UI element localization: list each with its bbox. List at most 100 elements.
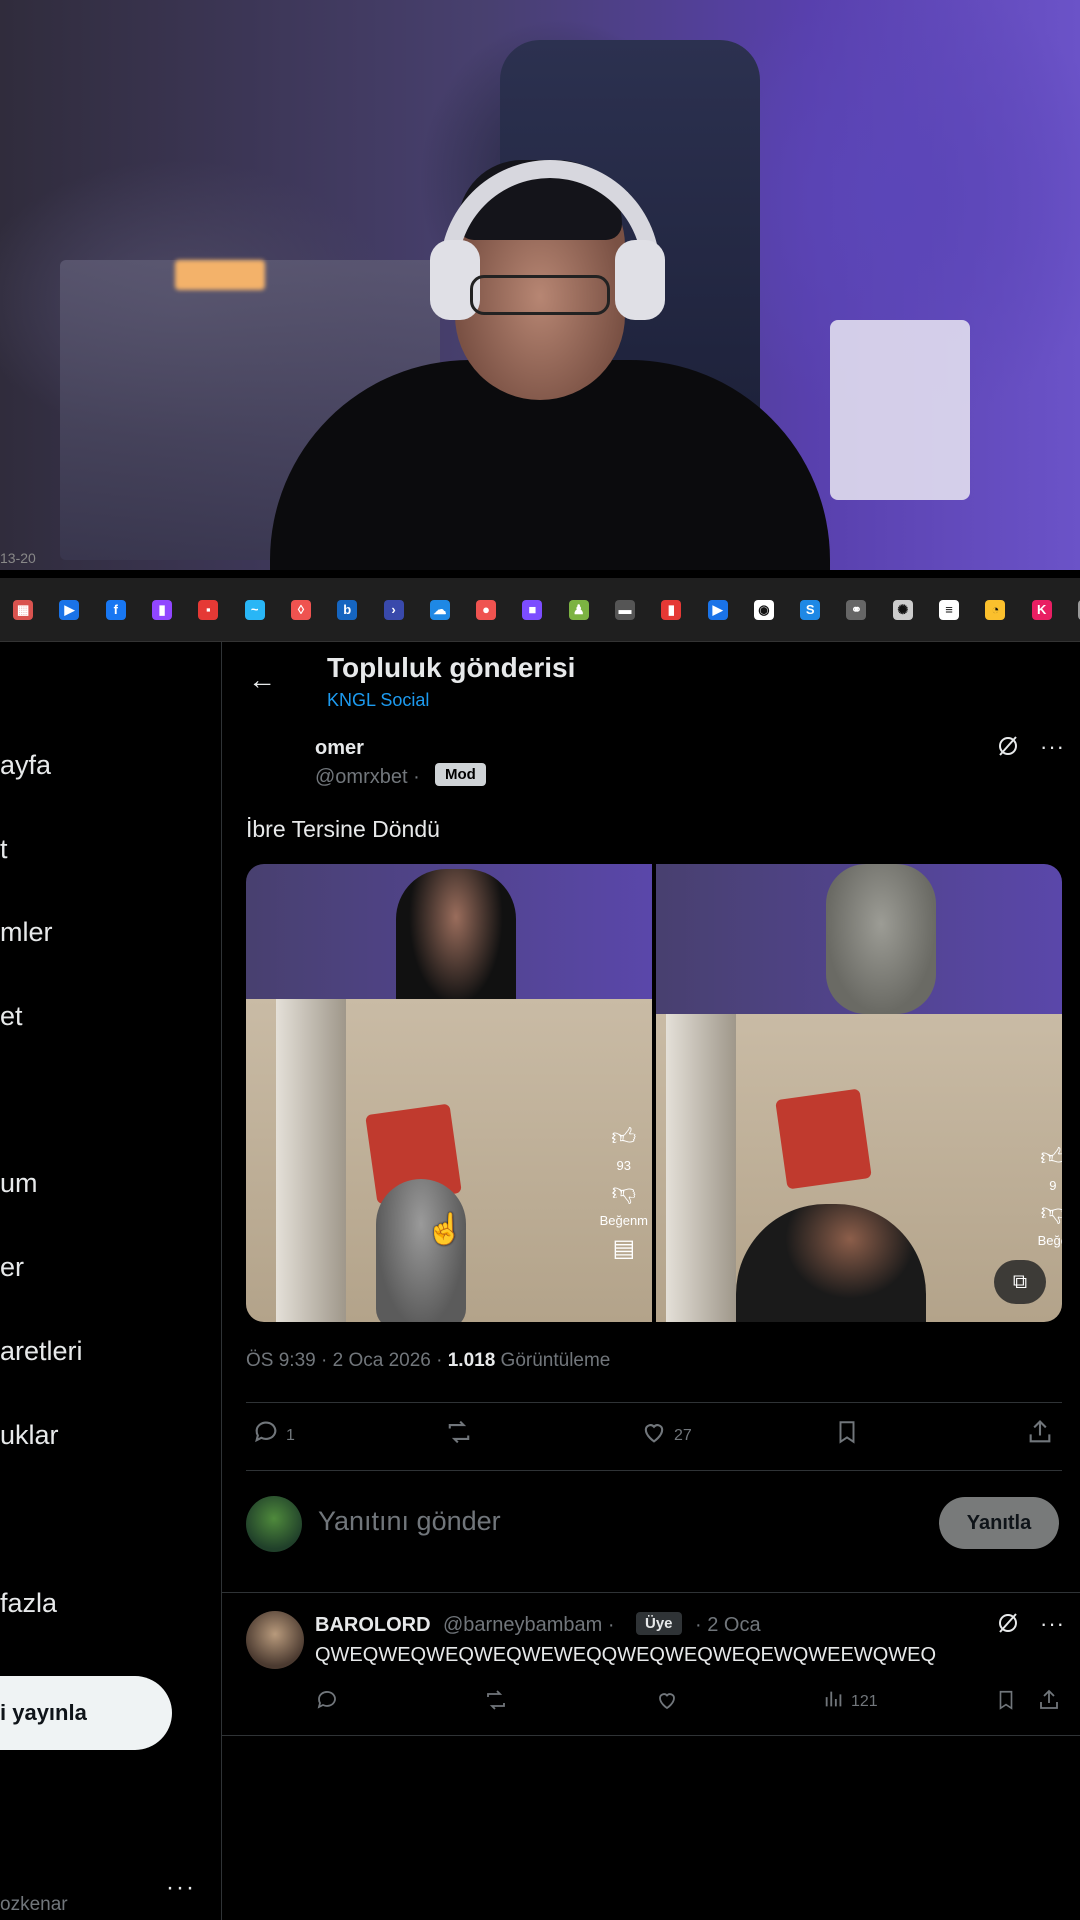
post-actions: 1 27 bbox=[246, 1418, 1062, 1458]
comment-reply-action[interactable] bbox=[315, 1688, 339, 1718]
comment-actions: 121 bbox=[315, 1688, 1070, 1718]
leaf-bookmark[interactable]: ◊ bbox=[278, 578, 324, 641]
sticker-icon[interactable]: ⧉ bbox=[994, 1260, 1046, 1304]
sidebar-item-more[interactable]: fazla bbox=[0, 1588, 57, 1619]
comment-like-action[interactable] bbox=[655, 1688, 679, 1718]
tiktok-side-ui: 👍︎ 93 👎︎ Beğenm ▤ bbox=[600, 1124, 648, 1263]
openai-icon: ✺ bbox=[892, 599, 913, 620]
heart-icon bbox=[655, 1688, 679, 1718]
play-blue-bookmark[interactable]: ▶ bbox=[694, 578, 740, 641]
view-label: Görüntüleme bbox=[495, 1350, 611, 1371]
s-bookmark[interactable]: S bbox=[787, 578, 833, 641]
like-count-overlay: 93 bbox=[616, 1158, 632, 1173]
current-user-avatar[interactable] bbox=[246, 1496, 302, 1552]
comment-bookmark-action[interactable] bbox=[995, 1688, 1017, 1718]
bookmarks-bar: ▦ ▶ f ▮ ▪ ~ ◊ b › ☁ ● ■ ♟ ▬ ▮ ▶ ◉ S ⚭ ✺ ≡ ◔ K ✓ bbox=[0, 578, 1080, 642]
repost-action[interactable] bbox=[444, 1418, 474, 1453]
red-tag-icon: ▪ bbox=[198, 599, 219, 620]
wave-bookmark[interactable]: ~ bbox=[231, 578, 277, 641]
facebook-bookmark[interactable]: f bbox=[93, 578, 139, 641]
account-more-icon[interactable]: ··· bbox=[166, 1874, 196, 1902]
bookmark-action[interactable] bbox=[834, 1418, 860, 1453]
reply-button[interactable]: Yanıtla bbox=[939, 1497, 1059, 1549]
share-action[interactable] bbox=[1026, 1418, 1054, 1453]
comment-views-action[interactable]: 121 bbox=[823, 1688, 878, 1716]
post-timestamp[interactable]: ÖS 9:39 · 2 Oca 2026 · bbox=[246, 1350, 448, 1371]
arrow-icon: › bbox=[383, 599, 404, 620]
brain-bookmark[interactable]: ● bbox=[463, 578, 509, 641]
comment-avatar[interactable] bbox=[246, 1611, 304, 1669]
reply-icon bbox=[315, 1688, 339, 1718]
lamp bbox=[175, 260, 265, 290]
author-name[interactable]: omer bbox=[315, 737, 364, 760]
hand-cursor-icon: ☝ bbox=[426, 1213, 464, 1246]
chess-bookmark[interactable]: ♟ bbox=[556, 578, 602, 641]
headphone-cup-right bbox=[615, 240, 665, 320]
pacman-icon: ◔ bbox=[985, 599, 1006, 620]
pacman-bookmark[interactable]: ◔ bbox=[972, 578, 1018, 641]
dislike-label-overlay: Beğenm bbox=[599, 1213, 648, 1228]
post-button[interactable]: i yayınla bbox=[0, 1676, 172, 1750]
community-link[interactable]: KNGL Social bbox=[327, 690, 429, 711]
sidebar-item-notifications[interactable]: mler bbox=[0, 917, 53, 948]
link-bookmark[interactable]: ⚭ bbox=[833, 578, 879, 641]
database-bookmark[interactable]: ≡ bbox=[926, 578, 972, 641]
author-handle[interactable]: @omrxbet · bbox=[315, 766, 420, 789]
red-tag-bookmark[interactable]: ▪ bbox=[185, 578, 231, 641]
dash-bookmark[interactable]: ▬ bbox=[602, 578, 648, 641]
sidebar-item-messages[interactable]: et bbox=[0, 1001, 23, 1032]
post-media[interactable]: 👍︎ 93 👎︎ Beğenm ▤ ☝ 👍︎ 9 👎︎ Beğe ⧉ bbox=[246, 864, 1062, 1322]
reply-action[interactable]: 1 bbox=[252, 1418, 295, 1453]
more-options-icon[interactable]: ··· bbox=[1040, 1611, 1065, 1642]
comment-share-action[interactable] bbox=[1037, 1688, 1061, 1718]
cloud-bookmark[interactable]: ☁ bbox=[417, 578, 463, 641]
parrot-thumbnail bbox=[826, 864, 936, 1014]
comment-author-name[interactable]: BAROLORD bbox=[315, 1614, 431, 1637]
chat-icon: ■ bbox=[522, 599, 543, 620]
b-bookmark[interactable]: b bbox=[324, 578, 370, 641]
reply-input[interactable]: Yanıtını gönder bbox=[318, 1506, 501, 1537]
post-top-icons: ··· bbox=[996, 734, 1065, 765]
divider bbox=[246, 1470, 1062, 1471]
page-title: Topluluk gönderisi bbox=[327, 652, 576, 683]
repost-icon bbox=[483, 1688, 509, 1718]
sidebar-item-bookmarks[interactable]: aretleri bbox=[0, 1336, 83, 1367]
comment-repost-action[interactable] bbox=[483, 1688, 509, 1718]
comment-author-handle[interactable]: @barneybambam · bbox=[443, 1614, 614, 1637]
media-video-left[interactable]: 👍︎ 93 👎︎ Beğenm ▤ ☝ bbox=[246, 864, 652, 1322]
km-bookmark[interactable]: K bbox=[1019, 578, 1065, 641]
media-video-right[interactable]: 👍︎ 9 👎︎ Beğe ⧉ bbox=[656, 864, 1062, 1322]
comment-date[interactable]: · 2 Oca bbox=[695, 1614, 761, 1637]
grok-icon[interactable] bbox=[996, 734, 1020, 765]
reply-count: 1 bbox=[286, 1426, 295, 1444]
bars-icon: ▮ bbox=[661, 599, 682, 620]
sidebar-item-premium[interactable]: um bbox=[0, 1168, 38, 1199]
sidebar-item-home[interactable]: ayfa bbox=[0, 750, 51, 781]
globe-bookmark[interactable]: ◉ bbox=[741, 578, 787, 641]
sidebar-item-explore[interactable]: t bbox=[0, 834, 8, 865]
thumbs-up-icon: 👍︎ bbox=[1040, 1144, 1062, 1171]
comment-text: QWEQWEQWEQWEQWEWEQQWEQWEQWEQEWQWEEWQWEQ bbox=[315, 1644, 937, 1666]
brain-icon: ● bbox=[476, 599, 497, 620]
back-arrow-icon[interactable]: ← bbox=[248, 664, 276, 696]
arrow-bookmark[interactable]: › bbox=[370, 578, 416, 641]
calendar-bookmark[interactable]: ▦ bbox=[0, 578, 46, 641]
extra-bookmark[interactable]: ✓ bbox=[1065, 578, 1080, 641]
play-bookmark[interactable]: ▶ bbox=[46, 578, 92, 641]
sidebar-item-communities[interactable]: uklar bbox=[0, 1420, 59, 1451]
twitch-bookmark[interactable]: ▮ bbox=[139, 578, 185, 641]
reply-button-label: Yanıtla bbox=[966, 1511, 1032, 1534]
sidebar-user-handle[interactable]: ozkenar bbox=[0, 1894, 68, 1916]
bars-bookmark[interactable]: ▮ bbox=[648, 578, 694, 641]
reply-icon bbox=[252, 1418, 280, 1453]
like-action[interactable]: 27 bbox=[640, 1418, 692, 1453]
grok-icon[interactable] bbox=[996, 1611, 1020, 1642]
comment-overlay-icon: ▤ bbox=[612, 1235, 636, 1262]
openai-bookmark[interactable]: ✺ bbox=[880, 578, 926, 641]
post-button-label: i yayınla bbox=[0, 1700, 87, 1725]
more-options-icon[interactable]: ··· bbox=[1040, 734, 1065, 765]
calendar-icon: ▦ bbox=[13, 599, 34, 620]
chat-bookmark[interactable]: ■ bbox=[509, 578, 555, 641]
sidebar-item-lists[interactable]: er bbox=[0, 1252, 24, 1283]
thumbs-down-icon: 👎︎ bbox=[611, 1179, 636, 1206]
